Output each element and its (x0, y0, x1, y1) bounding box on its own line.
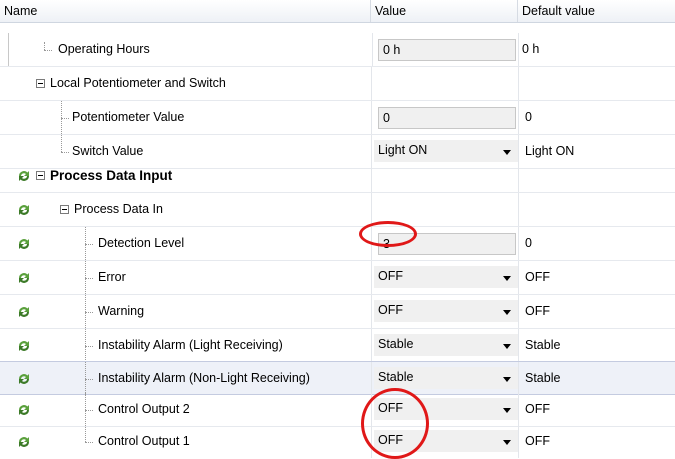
tree-line (44, 50, 52, 51)
tree-line (85, 410, 93, 411)
collapse-minus-icon[interactable] (36, 79, 45, 88)
default-value: 0 (525, 110, 532, 124)
tree-line (85, 244, 93, 245)
sync-arrows-icon (19, 405, 29, 415)
name-cell (0, 295, 372, 328)
table-row[interactable]: Error OFF OFF (0, 261, 675, 295)
dropdown-arrow-icon[interactable] (503, 150, 511, 155)
tree-line (85, 346, 93, 347)
table-row[interactable]: Detection Level 3 0 (0, 227, 675, 261)
sync-arrows-icon (19, 273, 29, 283)
default-value: OFF (525, 304, 550, 318)
row-label: Operating Hours (58, 42, 150, 56)
column-header-value[interactable]: Value (371, 0, 518, 22)
table-row[interactable]: Warning OFF OFF (0, 295, 675, 329)
row-label: Potentiometer Value (72, 110, 185, 124)
group-label: Process Data In (74, 202, 163, 216)
tree-line (61, 152, 69, 153)
dropdown-arrow-icon[interactable] (503, 276, 511, 281)
value-field[interactable]: 0 (378, 107, 516, 129)
name-cell (0, 261, 372, 294)
column-header-name[interactable]: Name (0, 0, 371, 22)
group-label: Process Data Input (50, 168, 173, 183)
sync-arrows-icon (19, 374, 29, 384)
tree-line (85, 442, 93, 443)
collapse-minus-icon[interactable] (60, 205, 69, 214)
tree-line (61, 135, 62, 152)
tree-line (85, 278, 93, 279)
sync-arrows-icon (19, 171, 29, 181)
value-dropdown[interactable]: OFF (374, 266, 518, 288)
value-dropdown[interactable]: OFF (374, 398, 518, 420)
value-field[interactable]: 3 (378, 233, 516, 255)
table-row[interactable]: Process Data Input (0, 159, 675, 193)
default-cell (518, 227, 675, 260)
row-label: Detection Level (98, 236, 185, 250)
sync-arrows-icon (19, 341, 29, 351)
default-value: Stable (525, 371, 561, 385)
table-row[interactable]: Process Data In (0, 193, 675, 227)
default-value: OFF (525, 434, 550, 448)
dropdown-arrow-icon[interactable] (503, 344, 511, 349)
value-cell (371, 67, 519, 100)
row-label: Control Output 1 (98, 434, 190, 448)
value-dropdown[interactable]: Stable (374, 367, 518, 389)
value-field[interactable]: 0 h (378, 39, 516, 61)
row-label: Warning (98, 304, 145, 318)
value-cell (371, 159, 519, 192)
sync-arrows-icon (19, 239, 29, 249)
default-cell (518, 193, 675, 226)
default-cell (518, 33, 675, 66)
default-cell (518, 101, 675, 134)
default-value: Stable (525, 338, 561, 352)
sync-arrows-icon (19, 205, 29, 215)
value-dropdown[interactable]: OFF (374, 300, 518, 322)
parameter-grid: Name Value Default value Operating Hours… (0, 0, 675, 459)
default-cell (518, 159, 675, 192)
dropdown-arrow-icon[interactable] (503, 310, 511, 315)
default-value: OFF (525, 402, 550, 416)
value-dropdown[interactable]: OFF (374, 430, 518, 452)
grid-header: Name Value Default value (0, 0, 675, 23)
name-cell (0, 193, 372, 226)
table-row[interactable]: Potentiometer Value 0 0 (0, 101, 675, 135)
dropdown-arrow-icon[interactable] (503, 408, 511, 413)
value-cell (371, 193, 519, 226)
default-cell (518, 67, 675, 100)
collapse-minus-icon[interactable] (36, 171, 45, 180)
default-value: OFF (525, 270, 550, 284)
table-row[interactable]: Control Output 2 OFF OFF (0, 393, 675, 427)
default-value: 0 h (522, 42, 540, 56)
table-row[interactable]: Control Output 1 OFF OFF (0, 425, 675, 459)
row-label: Control Output 2 (98, 402, 190, 416)
group-label: Local Potentiometer and Switch (50, 76, 226, 90)
value-dropdown[interactable]: Stable (374, 334, 518, 356)
table-row-selected[interactable]: Instability Alarm (Non-Light Receiving) … (0, 361, 675, 395)
sync-arrows-icon (19, 437, 29, 447)
table-row[interactable]: Operating Hours 0 h 0 h (0, 33, 675, 67)
row-label: Instability Alarm (Light Receiving) (98, 338, 283, 352)
name-cell (0, 227, 372, 260)
default-value: 0 (525, 236, 532, 250)
row-label: Instability Alarm (Non-Light Receiving) (98, 371, 310, 385)
tree-line (85, 312, 93, 313)
table-row[interactable]: Local Potentiometer and Switch (0, 67, 675, 101)
tree-line (61, 118, 69, 119)
tree-line (85, 379, 93, 380)
sync-arrows-icon (19, 307, 29, 317)
dropdown-arrow-icon[interactable] (503, 377, 511, 382)
table-row[interactable]: Instability Alarm (Light Receiving) Stab… (0, 329, 675, 363)
tree-line (85, 425, 86, 442)
name-cell (0, 101, 372, 134)
dropdown-arrow-icon[interactable] (503, 440, 511, 445)
row-label: Error (98, 270, 126, 284)
column-header-default[interactable]: Default value (518, 0, 675, 22)
tree-line (44, 42, 45, 50)
